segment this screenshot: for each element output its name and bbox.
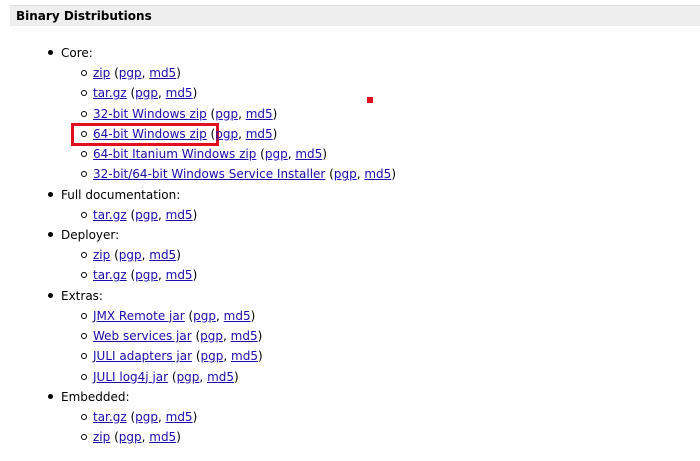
section-label: Full documentation:	[61, 187, 181, 202]
pgp-link[interactable]: pgp	[177, 370, 200, 384]
list-item: tar.gz (pgp, md5)	[61, 265, 396, 285]
list-item: zip (pgp, md5)	[61, 245, 396, 265]
pgp-link[interactable]: pgp	[193, 309, 216, 323]
download-link[interactable]: tar.gz	[93, 410, 127, 424]
md5-link[interactable]: md5	[224, 309, 251, 323]
download-link[interactable]: JULI log4j jar	[93, 370, 168, 384]
section-header: Binary Distributions	[10, 5, 700, 26]
download-link[interactable]: JMX Remote jar	[93, 309, 185, 323]
list-item: 64-bit Windows zip (pgp, md5)	[61, 124, 396, 144]
circle-bullet-icon	[81, 211, 87, 218]
pgp-link[interactable]: pgp	[119, 430, 142, 444]
pgp-link[interactable]: pgp	[200, 329, 223, 343]
circle-bullet-icon	[81, 90, 87, 97]
download-link[interactable]: 64-bit Itanium Windows zip	[93, 147, 256, 161]
md5-link[interactable]: md5	[364, 167, 391, 181]
section-label: Core:	[61, 46, 93, 60]
bullet-icon	[48, 292, 53, 298]
circle-bullet-icon	[81, 353, 87, 360]
pgp-link[interactable]: pgp	[119, 248, 142, 262]
distribution-list: Core: zip (pgp, md5) tar.gz (pgp, md5) 3…	[0, 43, 396, 447]
download-link[interactable]: tar.gz	[93, 268, 127, 282]
download-link[interactable]: tar.gz	[93, 86, 127, 100]
download-link[interactable]: 32-bit/64-bit Windows Service Installer	[93, 167, 325, 181]
md5-link[interactable]: md5	[166, 410, 193, 424]
section-core: Core: zip (pgp, md5) tar.gz (pgp, md5) 3…	[0, 43, 396, 185]
circle-bullet-icon	[81, 413, 87, 420]
download-link[interactable]: zip	[93, 430, 110, 444]
pgp-link[interactable]: pgp	[135, 268, 158, 282]
list-item: JULI adapters jar (pgp, md5)	[61, 346, 396, 366]
bullet-icon	[48, 191, 53, 197]
bullet-icon	[48, 232, 53, 238]
circle-bullet-icon	[81, 151, 87, 158]
list-item: 64-bit Itanium Windows zip (pgp, md5)	[61, 144, 396, 164]
download-link[interactable]: 64-bit Windows zip	[93, 127, 207, 141]
md5-link[interactable]: md5	[149, 248, 176, 262]
section-embedded: Embedded: tar.gz (pgp, md5) zip (pgp, md…	[0, 387, 396, 448]
pgp-link[interactable]: pgp	[215, 107, 238, 121]
download-link[interactable]: 32-bit Windows zip	[93, 107, 207, 121]
list-item: 32-bit/64-bit Windows Service Installer …	[61, 164, 396, 184]
md5-link[interactable]: md5	[246, 127, 273, 141]
md5-link[interactable]: md5	[231, 329, 258, 343]
section-extras: Extras: JMX Remote jar (pgp, md5) Web se…	[0, 286, 396, 387]
pgp-link[interactable]: pgp	[201, 349, 224, 363]
list-item: Web services jar (pgp, md5)	[61, 326, 396, 346]
section-deployer: Deployer: zip (pgp, md5) tar.gz (pgp, md…	[0, 225, 396, 286]
section-label: Embedded:	[61, 389, 130, 404]
download-link[interactable]: zip	[93, 248, 110, 262]
list-item: tar.gz (pgp, md5)	[61, 407, 396, 427]
md5-link[interactable]: md5	[231, 349, 258, 363]
pgp-link[interactable]: pgp	[119, 66, 142, 80]
circle-bullet-icon	[81, 272, 87, 279]
md5-link[interactable]: md5	[295, 147, 322, 161]
section-label: Extras:	[61, 288, 103, 303]
md5-link[interactable]: md5	[166, 86, 193, 100]
section-full-documentation: Full documentation: tar.gz (pgp, md5)	[0, 185, 396, 225]
pgp-link[interactable]: pgp	[135, 208, 158, 222]
download-link[interactable]: zip	[93, 66, 110, 80]
download-link[interactable]: tar.gz	[93, 208, 127, 222]
circle-bullet-icon	[81, 252, 87, 259]
md5-link[interactable]: md5	[166, 268, 193, 282]
circle-bullet-icon	[81, 110, 87, 117]
list-item: JULI log4j jar (pgp, md5)	[61, 367, 396, 387]
circle-bullet-icon	[81, 373, 87, 380]
circle-bullet-icon	[81, 332, 87, 339]
list-item: zip (pgp, md5)	[61, 427, 396, 447]
section-label: Deployer:	[61, 228, 120, 243]
pgp-link[interactable]: pgp	[334, 167, 357, 181]
circle-bullet-icon	[81, 434, 87, 441]
list-item: 32-bit Windows zip (pgp, md5)	[61, 104, 396, 124]
circle-bullet-icon	[81, 312, 87, 319]
md5-link[interactable]: md5	[149, 430, 176, 444]
list-item: JMX Remote jar (pgp, md5)	[61, 306, 396, 326]
list-item: tar.gz (pgp, md5)	[61, 83, 396, 103]
circle-bullet-icon	[81, 70, 87, 76]
circle-bullet-icon	[81, 130, 87, 137]
md5-link[interactable]: md5	[246, 107, 273, 121]
bullet-icon	[48, 393, 53, 399]
md5-link[interactable]: md5	[207, 370, 234, 384]
md5-link[interactable]: md5	[166, 208, 193, 222]
pgp-link[interactable]: pgp	[215, 127, 238, 141]
circle-bullet-icon	[81, 171, 87, 178]
md5-link[interactable]: md5	[149, 66, 176, 80]
pgp-link[interactable]: pgp	[135, 86, 158, 100]
download-link[interactable]: Web services jar	[93, 329, 192, 343]
bullet-icon	[48, 50, 53, 55]
download-link[interactable]: JULI adapters jar	[93, 349, 192, 363]
pgp-link[interactable]: pgp	[135, 410, 158, 424]
pgp-link[interactable]: pgp	[265, 147, 288, 161]
list-item: zip (pgp, md5)	[61, 63, 396, 83]
section-title: Binary Distributions	[16, 9, 152, 23]
list-item: tar.gz (pgp, md5)	[61, 205, 396, 225]
